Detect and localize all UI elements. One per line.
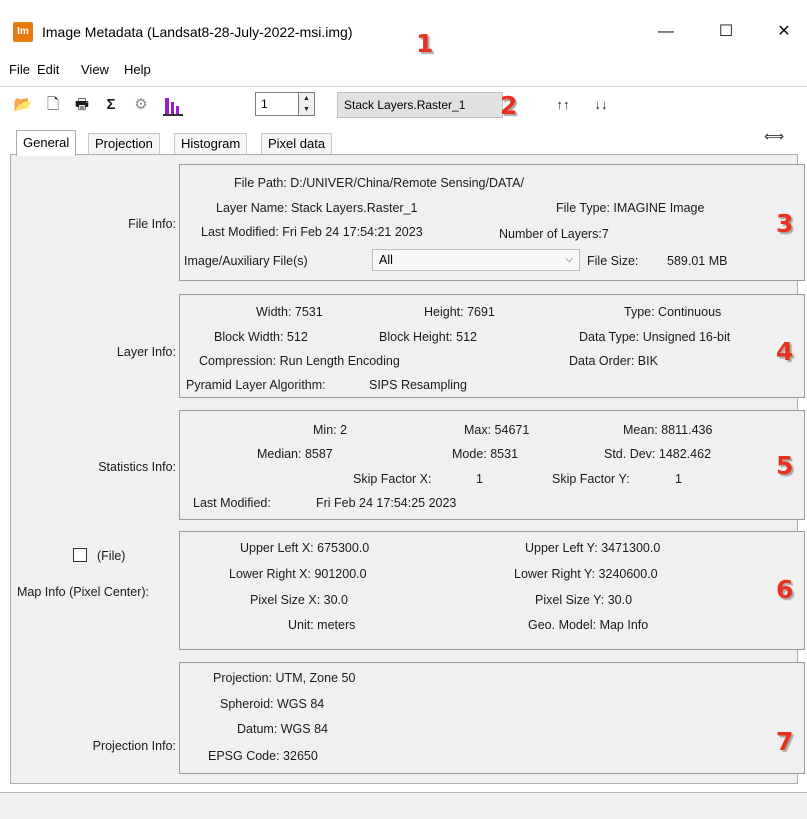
file-path: File Path: D:/UNIVER/China/Remote Sensin… bbox=[234, 176, 524, 190]
skip-factor-y-value: 1 bbox=[675, 472, 682, 486]
histogram-icon-axis bbox=[163, 114, 183, 116]
menu-bar bbox=[0, 58, 807, 80]
aux-files-value: All bbox=[379, 253, 393, 267]
skip-factor-y-label: Skip Factor Y: bbox=[552, 472, 630, 486]
datum: Datum: WGS 84 bbox=[237, 722, 328, 736]
layer-name: Layer Name: Stack Layers.Raster_1 bbox=[216, 201, 418, 215]
lower-right-x: Lower Right X: 901200.0 bbox=[229, 567, 367, 581]
upper-left-x: Upper Left X: 675300.0 bbox=[240, 541, 370, 555]
stat-mean: Mean: 8811.436 bbox=[623, 423, 713, 437]
skip-factor-x-value: 1 bbox=[476, 472, 483, 486]
block-height: Block Height: 512 bbox=[379, 330, 477, 344]
aux-files-select[interactable]: All ⌵ bbox=[372, 249, 580, 271]
sort-ascending-icon[interactable]: ↑↑ bbox=[552, 96, 574, 114]
print-icon[interactable]: 🖶 bbox=[71, 96, 93, 114]
stat-min: Min: 2 bbox=[313, 423, 348, 437]
stat-mode: Mode: 8531 bbox=[452, 447, 519, 461]
layer-number-input[interactable]: 1 bbox=[255, 92, 299, 116]
file-type: File Type: IMAGINE Image bbox=[556, 201, 705, 215]
annotation-marker-5: 5 bbox=[776, 451, 794, 480]
chevron-down-icon[interactable]: ⌵ bbox=[565, 250, 573, 270]
status-bar bbox=[0, 792, 807, 819]
compression: Compression: Run Length Encoding bbox=[199, 354, 400, 368]
stat-last-modified-label: Last Modified: bbox=[193, 496, 271, 510]
app-icon: Im bbox=[13, 22, 33, 42]
annotation-marker-4: 4 bbox=[776, 337, 794, 366]
tab-pixel-data[interactable]: Pixel data bbox=[261, 133, 333, 155]
histogram-icon-bar bbox=[171, 102, 174, 114]
annotation-marker-3: 3 bbox=[776, 209, 794, 238]
layer-number-stepper[interactable]: ▲ ▼ bbox=[299, 92, 315, 116]
maximize-button[interactable]: ☐ bbox=[704, 14, 748, 50]
sigma-icon[interactable]: Σ bbox=[101, 96, 121, 114]
annotation-marker-7: 7 bbox=[776, 727, 794, 756]
layer-info-label: Layer Info: bbox=[116, 345, 176, 359]
upper-left-y: Upper Left Y: 3471300.0 bbox=[525, 541, 661, 555]
layer-type: Type: Continuous bbox=[624, 305, 722, 319]
window-title: Image Metadata (Landsat8-28-July-2022-ms… bbox=[42, 24, 353, 40]
stat-median: Median: 8587 bbox=[257, 447, 333, 461]
file-checkbox[interactable] bbox=[73, 548, 87, 562]
file-size-label: File Size: bbox=[587, 254, 639, 268]
number-of-layers: Number of Layers:7 bbox=[499, 227, 609, 241]
layer-name-display[interactable]: Stack Layers.Raster_1 bbox=[337, 92, 503, 118]
skip-factor-x-label: Skip Factor X: bbox=[353, 472, 432, 486]
sort-descending-icon[interactable]: ↓↓ bbox=[590, 96, 612, 114]
pyramid-algorithm-value: SIPS Resampling bbox=[369, 378, 467, 392]
data-type: Data Type: Unsigned 16-bit bbox=[579, 330, 731, 344]
stat-std-dev: Std. Dev: 1482.462 bbox=[604, 447, 712, 461]
statistics-info-label: Statistics Info: bbox=[98, 460, 176, 474]
close-button[interactable]: ✕ bbox=[762, 14, 806, 50]
file-size-value: 589.01 MB bbox=[667, 254, 728, 268]
layer-height: Height: 7691 bbox=[424, 305, 495, 319]
stat-last-modified-value: Fri Feb 24 17:54:25 2023 bbox=[316, 496, 457, 510]
geo-model: Geo. Model: Map Info bbox=[528, 618, 649, 632]
spheroid: Spheroid: WGS 84 bbox=[220, 697, 325, 711]
block-width: Block Width: 512 bbox=[214, 330, 308, 344]
spin-down-icon[interactable]: ▼ bbox=[299, 104, 314, 115]
menu-edit[interactable]: Edit bbox=[37, 62, 59, 78]
new-document-icon[interactable]: 🗋 bbox=[43, 96, 63, 114]
spin-up-icon[interactable]: ▲ bbox=[299, 93, 314, 104]
annotation-marker-1: 1 bbox=[416, 29, 434, 58]
pixel-size-x: Pixel Size X: 30.0 bbox=[250, 593, 348, 607]
menu-help[interactable]: Help bbox=[124, 62, 151, 78]
tab-general[interactable]: General bbox=[16, 130, 77, 156]
map-unit: Unit: meters bbox=[288, 618, 356, 632]
menu-file[interactable]: File bbox=[9, 62, 30, 78]
gear-icon[interactable]: ⚙ bbox=[131, 96, 151, 114]
map-info-label: Map Info (Pixel Center): bbox=[17, 585, 149, 599]
resize-icon[interactable]: ⟺ bbox=[764, 128, 784, 145]
open-folder-icon[interactable]: 📂 bbox=[12, 96, 34, 114]
annotation-marker-2: 2 bbox=[500, 91, 518, 120]
data-order: Data Order: BIK bbox=[569, 354, 658, 368]
tab-histogram[interactable]: Histogram bbox=[174, 133, 248, 155]
pyramid-algorithm-label: Pyramid Layer Algorithm: bbox=[186, 378, 326, 392]
histogram-icon[interactable] bbox=[163, 98, 183, 116]
stat-max: Max: 54671 bbox=[464, 423, 530, 437]
projection-info-label: Projection Info: bbox=[92, 739, 176, 753]
file-checkbox-label: (File) bbox=[97, 549, 126, 563]
annotation-marker-6: 6 bbox=[776, 575, 794, 604]
projection-name: Projection: UTM, Zone 50 bbox=[213, 671, 356, 685]
aux-files-label: Image/Auxiliary File(s) bbox=[184, 254, 308, 268]
pixel-size-y: Pixel Size Y: 30.0 bbox=[535, 593, 633, 607]
minimize-button[interactable]: — bbox=[644, 14, 688, 50]
lower-right-y: Lower Right Y: 3240600.0 bbox=[514, 567, 658, 581]
epsg-code: EPSG Code: 32650 bbox=[208, 749, 318, 763]
layer-width: Width: 7531 bbox=[256, 305, 323, 319]
file-info-label: File Info: bbox=[128, 217, 176, 231]
last-modified: Last Modified: Fri Feb 24 17:54:21 2023 bbox=[201, 225, 423, 239]
histogram-icon-bar bbox=[176, 106, 179, 114]
tab-projection[interactable]: Projection bbox=[88, 133, 160, 155]
menu-view[interactable]: View bbox=[81, 62, 109, 78]
